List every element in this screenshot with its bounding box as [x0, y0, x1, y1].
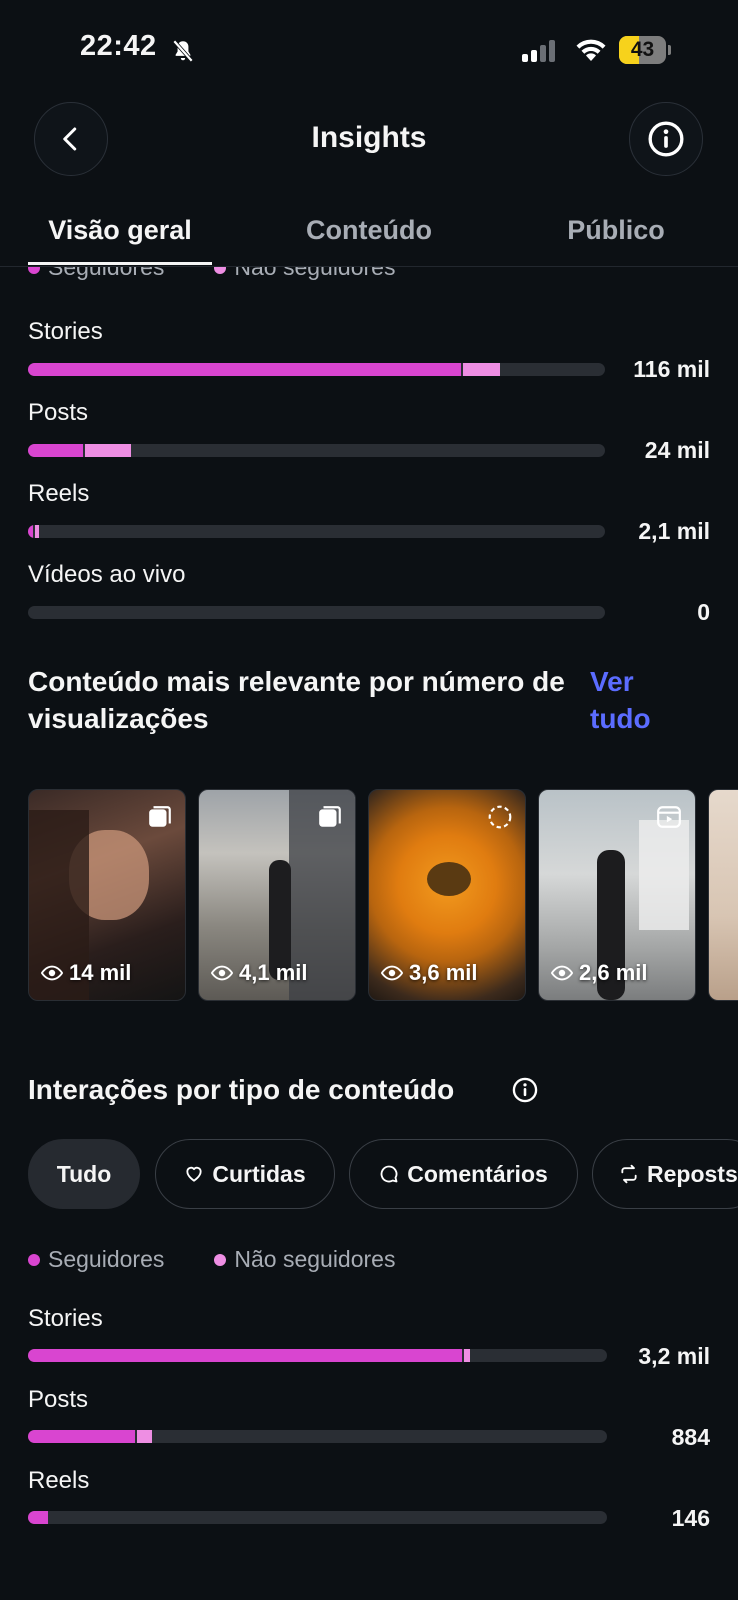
battery-level: 43	[630, 38, 655, 61]
content-thumbnail[interactable]: 2,6 mil	[538, 789, 696, 1001]
interactions-bar-posts	[28, 1430, 607, 1443]
bar-non-followers	[464, 1349, 471, 1362]
interactions-row-label: Stories	[28, 1305, 103, 1332]
views-row-label: Posts	[28, 399, 89, 426]
carousel-icon	[319, 806, 341, 827]
view-count: 2,6 mil	[551, 960, 647, 986]
bar-non-followers	[34, 525, 40, 538]
views-bar-stories	[28, 363, 605, 376]
bar-followers	[28, 1511, 49, 1524]
heart-icon	[186, 1166, 202, 1182]
bar-non-followers	[84, 444, 131, 457]
views-row-value: 0	[697, 599, 710, 625]
info-icon[interactable]	[511, 1076, 539, 1104]
eye-icon	[381, 965, 403, 981]
battery-indicator: 43	[619, 36, 671, 64]
comment-icon	[380, 1165, 398, 1183]
info-icon	[648, 121, 684, 157]
views-legend-clip: Seguidores Não seguidores	[0, 267, 738, 289]
interactions-row-value: 3,2 mil	[638, 1343, 710, 1369]
views-bar-reels	[28, 525, 605, 538]
legend-non-followers: Não seguidores	[234, 267, 396, 280]
carousel-icon	[149, 806, 171, 827]
status-time: 22:42	[80, 30, 157, 62]
legend-followers: Seguidores	[48, 267, 165, 280]
eye-icon	[551, 965, 573, 981]
eye-icon	[41, 965, 63, 981]
chip-likes[interactable]: Curtidas	[155, 1139, 335, 1209]
views-row-label: Stories	[28, 318, 103, 345]
content-thumbnail[interactable]: 14 mil	[28, 789, 186, 1001]
tab-overview[interactable]: Visão geral	[28, 215, 212, 246]
views-legend: Seguidores Não seguidores	[28, 267, 395, 281]
chip-all[interactable]: Tudo	[28, 1139, 140, 1209]
bar-followers	[28, 525, 33, 538]
wifi-icon	[576, 39, 606, 61]
top-content-title: Conteúdo mais relevante por número de vi…	[28, 666, 565, 734]
interactions-row-label: Posts	[28, 1386, 89, 1413]
followers-dot	[28, 1253, 40, 1266]
cellular-signal-icon	[522, 40, 556, 62]
bell-off-icon	[172, 39, 194, 63]
reel-icon	[657, 806, 681, 828]
bar-non-followers	[462, 363, 501, 376]
tab-content[interactable]: Conteúdo	[269, 215, 469, 246]
bar-non-followers	[137, 1430, 152, 1443]
interactions-bar-stories	[28, 1349, 607, 1362]
content-thumbnail-partial[interactable]	[708, 789, 738, 1001]
bar-followers	[28, 444, 83, 457]
non-followers-dot	[214, 267, 227, 274]
bar-followers	[28, 1349, 463, 1362]
views-bar-live	[28, 606, 605, 619]
views-row-value: 2,1 mil	[638, 518, 710, 544]
interactions-bar-reels	[28, 1511, 607, 1524]
eye-icon	[211, 965, 233, 981]
content-thumbnail[interactable]: 4,1 mil	[198, 789, 356, 1001]
content-thumbnail[interactable]: 3,6 mil	[368, 789, 526, 1001]
legend-followers: Seguidores	[48, 1246, 165, 1272]
active-tab-indicator	[28, 262, 212, 265]
story-icon	[488, 805, 512, 829]
views-bar-posts	[28, 444, 605, 457]
chip-reposts[interactable]: Reposts	[592, 1139, 738, 1209]
non-followers-dot	[214, 1253, 227, 1266]
followers-dot	[28, 267, 40, 274]
chip-comments[interactable]: Comentários	[349, 1139, 578, 1209]
interactions-title: Interações por tipo de conteúdo	[28, 1074, 455, 1105]
page-title: Insights	[311, 121, 427, 154]
views-row-value: 24 mil	[644, 437, 710, 463]
interactions-legend: Seguidores Não seguidores	[28, 1246, 395, 1273]
bar-followers	[28, 1430, 136, 1443]
bar-followers	[28, 363, 461, 376]
see-all-link[interactable]: Ver tudo	[590, 663, 670, 737]
info-button[interactable]	[629, 102, 703, 176]
view-count: 3,6 mil	[381, 960, 477, 986]
interactions-row-value: 146	[671, 1505, 710, 1531]
views-row-value: 116 mil	[633, 356, 710, 382]
views-row-label: Reels	[28, 480, 90, 507]
views-row-label: Vídeos ao vivo	[28, 561, 186, 588]
view-count: 4,1 mil	[211, 960, 307, 986]
view-count: 14 mil	[41, 960, 131, 986]
interactions-row-label: Reels	[28, 1467, 90, 1494]
legend-non-followers: Não seguidores	[234, 1246, 396, 1272]
interactions-row-value: 884	[671, 1424, 710, 1450]
repost-icon	[621, 1164, 637, 1184]
tab-audience[interactable]: Público	[526, 215, 706, 246]
